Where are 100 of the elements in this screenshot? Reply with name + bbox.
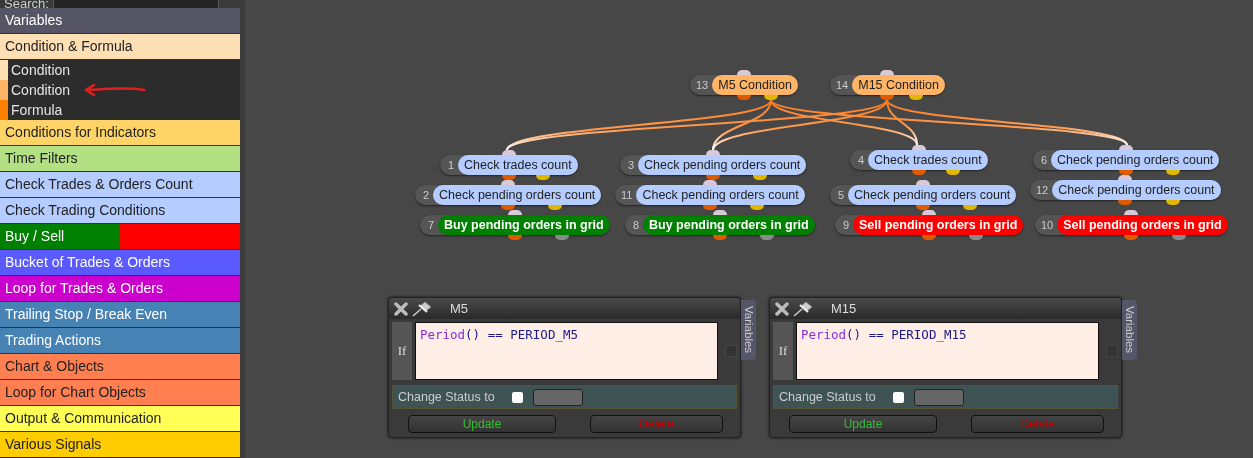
output-pin[interactable] [909,95,924,100]
node-number: 10 [1040,219,1055,231]
output-pin[interactable] [1165,170,1180,175]
node-number: 12 [1035,184,1050,196]
input-pin[interactable] [712,210,727,215]
output-pin[interactable] [1118,200,1133,205]
input-pin[interactable] [706,150,721,155]
category-item[interactable]: Loop for Trades & Orders [0,276,240,302]
block-item[interactable]: Condition [8,80,71,100]
input-pin[interactable] [880,70,895,75]
flow-node[interactable]: 13 M5 Condition [690,75,798,95]
flow-node[interactable]: 8 Buy pending orders in grid [625,215,815,235]
flow-node[interactable]: 2 Check pending orders count [415,185,602,205]
output-pin[interactable] [752,175,767,180]
output-pin[interactable] [763,95,778,100]
output-pin[interactable] [702,205,717,210]
input-pin[interactable] [507,210,522,215]
close-icon[interactable] [394,301,408,316]
output-pin[interactable] [555,235,570,240]
status-field[interactable] [914,388,964,406]
block-item[interactable]: Formula [8,100,63,120]
category-item[interactable]: Variables [0,8,240,34]
output-pin[interactable] [507,235,522,240]
flow-node[interactable]: 7 Buy pending orders in grid [420,215,610,235]
output-pin[interactable] [969,235,984,240]
category-item[interactable]: Time Filters [0,146,240,172]
node-label: Check pending orders count [1052,180,1221,200]
flow-node[interactable]: 3 Check pending orders count [620,155,807,175]
category-item[interactable]: Conditions for Indicators [0,120,240,146]
output-pin[interactable] [712,235,727,240]
input-pin[interactable] [702,180,717,185]
side-tab[interactable]: Variables [741,300,756,360]
input-pin[interactable] [911,145,926,150]
category-item[interactable]: Check Trading Conditions [0,198,240,224]
block-item[interactable]: Condition [8,60,71,80]
input-pin[interactable] [501,150,516,155]
category-item[interactable]: Loop for Chart Objects [0,380,240,406]
category-item[interactable]: Output & Communication [0,406,240,432]
pushpin-icon[interactable] [412,300,432,317]
input-pin[interactable] [922,210,937,215]
panel-title: M5 [450,301,469,316]
side-tab[interactable]: Variables [1122,300,1137,360]
checkbox[interactable] [512,391,523,403]
flow-node[interactable]: 1 Check trades count [440,155,578,175]
output-pin[interactable] [736,95,751,100]
category-item[interactable]: Buy / Sell [0,224,240,250]
category-item[interactable]: Condition & Formula [0,34,240,60]
flow-node[interactable]: 5 Check pending orders count [830,185,1017,205]
node-label: M5 Condition [712,75,798,95]
output-pin[interactable] [760,235,775,240]
status-field[interactable] [533,388,583,406]
input-pin[interactable] [1118,175,1133,180]
output-pin[interactable] [750,205,765,210]
update-button[interactable]: Update [789,415,937,433]
flow-node[interactable]: 6 Check pending orders count [1033,150,1220,170]
output-pin[interactable] [1124,235,1139,240]
output-pin[interactable] [880,95,895,100]
node-label: Check pending orders count [848,185,1017,205]
output-pin[interactable] [946,170,961,175]
flow-node[interactable]: 12 Check pending orders count [1030,180,1221,200]
node-label: Check trades count [458,155,578,175]
output-pin[interactable] [916,205,931,210]
close-icon[interactable] [775,301,789,316]
category-item[interactable]: Various Signals [0,432,240,458]
flow-node[interactable]: 4 Check trades count [850,150,988,170]
node-label: Check pending orders count [1051,150,1220,170]
category-item[interactable]: Bucket of Trades & Orders [0,250,240,276]
input-pin[interactable] [1119,145,1134,150]
input-pin[interactable] [1124,210,1139,215]
input-pin[interactable] [736,70,751,75]
input-pin[interactable] [916,180,931,185]
output-pin[interactable] [911,170,926,175]
category-item[interactable]: Trading Actions [0,328,240,354]
output-pin[interactable] [501,175,516,180]
output-pin[interactable] [536,175,551,180]
update-button[interactable]: Update [408,415,556,433]
output-pin[interactable] [547,205,562,210]
flow-node[interactable]: 14 M15 Condition [830,75,945,95]
code-editor[interactable]: Period() == PERIOD_M5 [414,322,719,380]
output-pin[interactable] [1119,170,1134,175]
node-number: 3 [626,159,635,171]
category-item[interactable]: Trailing Stop / Break Even [0,302,240,328]
output-pin[interactable] [501,205,516,210]
output-pin[interactable] [1165,200,1180,205]
input-pin[interactable] [501,180,516,185]
node-label: Check trades count [868,150,988,170]
node-label: Buy pending orders in grid [643,215,815,235]
code-editor[interactable]: Period() == PERIOD_M15 [795,322,1100,380]
flow-node[interactable]: 11 Check pending orders count [615,185,805,205]
output-pin[interactable] [706,175,721,180]
node-number: 8 [631,219,640,231]
flow-node[interactable]: 10 Sell pending orders in grid [1035,215,1228,235]
checkbox[interactable] [893,391,904,403]
output-pin[interactable] [1172,235,1187,240]
pushpin-icon[interactable] [793,300,813,317]
output-pin[interactable] [922,235,937,240]
flow-node[interactable]: 9 Sell pending orders in grid [835,215,1024,235]
output-pin[interactable] [962,205,977,210]
category-item[interactable]: Chart & Objects [0,354,240,380]
category-item[interactable]: Check Trades & Orders Count [0,172,240,198]
